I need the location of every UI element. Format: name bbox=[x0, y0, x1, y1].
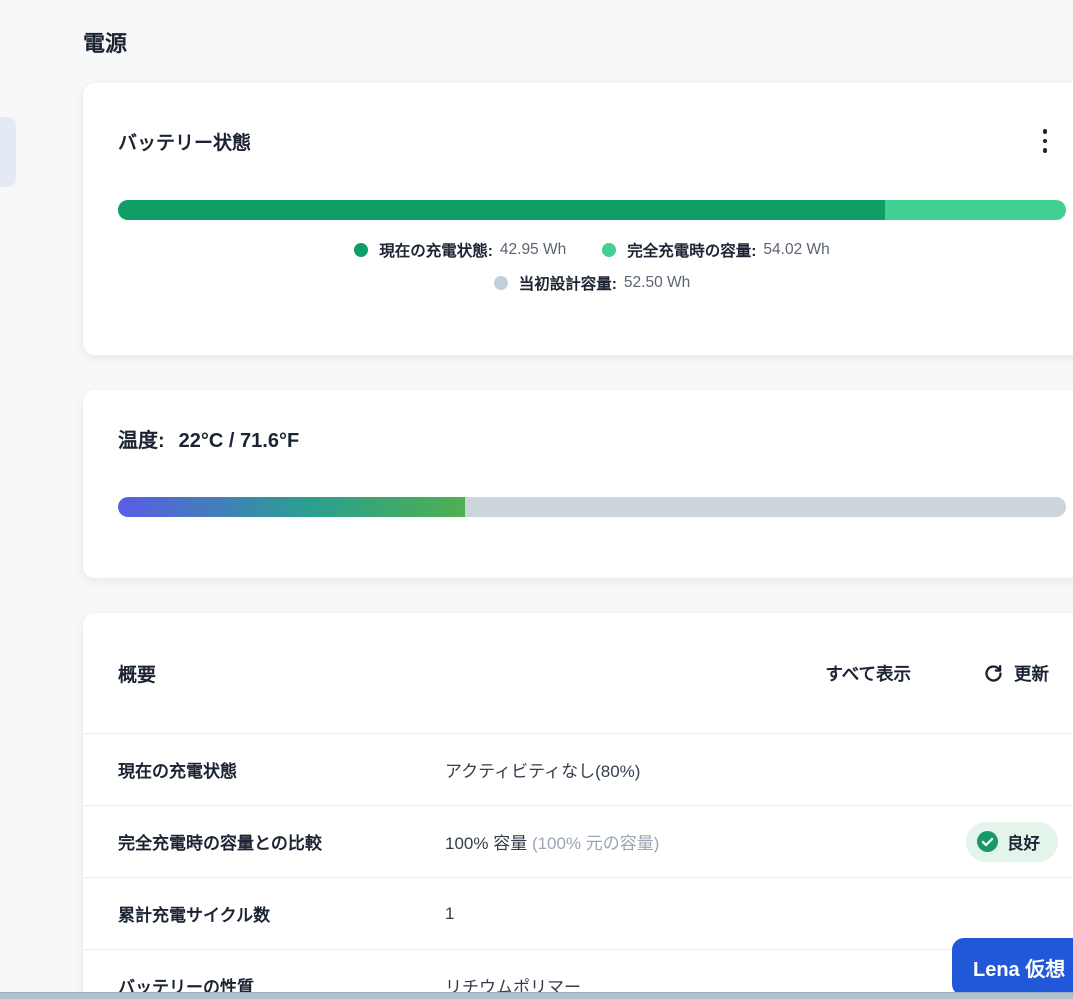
row-label: 現在の充電状態 bbox=[118, 757, 445, 782]
full-capacity-dot-icon bbox=[602, 243, 616, 257]
kebab-menu-icon[interactable] bbox=[1034, 125, 1056, 157]
vm-toast-label: Lena 仮想 bbox=[973, 953, 1065, 982]
left-edge-indicator[interactable] bbox=[0, 117, 16, 187]
legend-item-full-capacity: 完全充電時の容量: 54.02 Wh bbox=[602, 239, 830, 261]
show-all-label: すべて表示 bbox=[825, 661, 911, 686]
legend-label: 完全充電時の容量: bbox=[627, 239, 756, 261]
table-row: 完全充電時の容量との比較 100% 容量 (100% 元の容量) 良好 bbox=[83, 806, 1073, 878]
row-value: アクティビティなし(80%) bbox=[445, 757, 640, 782]
battery-capacity-bar bbox=[118, 200, 1066, 220]
horizontal-scrollbar[interactable] bbox=[0, 992, 1073, 999]
battery-card-title: バッテリー状態 bbox=[118, 128, 251, 155]
battery-status-card: バッテリー状態 現在の充電状態: 42.95 Wh 完全充電時の容量: 54.0… bbox=[83, 83, 1073, 355]
battery-bar-current-charge bbox=[118, 200, 885, 220]
temperature-readout: 温度: 22°C / 71.6°F bbox=[118, 424, 299, 453]
temperature-bar-fill bbox=[118, 497, 465, 517]
row-label: 累計充電サイクル数 bbox=[118, 901, 445, 926]
show-all-button[interactable]: すべて表示 bbox=[825, 661, 911, 686]
legend-value: 52.50 Wh bbox=[624, 274, 690, 292]
page-title: 電源 bbox=[83, 26, 127, 58]
overview-title: 概要 bbox=[118, 660, 156, 687]
refresh-icon bbox=[983, 663, 1004, 684]
legend-value: 54.02 Wh bbox=[763, 241, 829, 259]
row-value: 1 bbox=[445, 904, 454, 924]
overview-card: 概要 すべて表示 更新 現在の充電状態 bbox=[83, 613, 1073, 999]
temperature-value: 22°C / 71.6°F bbox=[179, 430, 300, 452]
temperature-card: 温度: 22°C / 71.6°F bbox=[83, 390, 1073, 578]
legend-label: 現在の充電状態: bbox=[379, 239, 493, 261]
check-circle-icon bbox=[977, 831, 998, 852]
legend-item-current-charge: 現在の充電状態: 42.95 Wh bbox=[354, 239, 566, 261]
battery-legend: 現在の充電状態: 42.95 Wh 完全充電時の容量: 54.02 Wh 当初設… bbox=[118, 239, 1066, 294]
refresh-button[interactable]: 更新 bbox=[983, 661, 1049, 686]
row-label: 完全充電時の容量との比較 bbox=[118, 829, 445, 854]
refresh-label: 更新 bbox=[1014, 661, 1049, 686]
design-capacity-dot-icon bbox=[494, 276, 508, 290]
legend-label: 当初設計容量: bbox=[519, 272, 617, 294]
power-settings-page: 電源 バッテリー状態 現在の充電状態: 42.95 Wh 完全充電時の容量: 5… bbox=[0, 0, 1073, 999]
table-row: 現在の充電状態 アクティビティなし(80%) bbox=[83, 734, 1073, 806]
temperature-bar bbox=[118, 497, 1066, 517]
legend-item-design-capacity: 当初設計容量: 52.50 Wh bbox=[494, 272, 691, 294]
overview-header: 概要 すべて表示 更新 bbox=[83, 613, 1073, 733]
status-badge-label: 良好 bbox=[1007, 830, 1040, 854]
overview-table: 現在の充電状態 アクティビティなし(80%) 完全充電時の容量との比較 100%… bbox=[83, 733, 1073, 999]
row-value-secondary: (100% 元の容量) bbox=[532, 834, 660, 853]
status-badge: 良好 bbox=[966, 822, 1058, 862]
overview-actions: すべて表示 更新 bbox=[825, 661, 1049, 686]
legend-value: 42.95 Wh bbox=[500, 241, 566, 259]
row-value: 100% 容量 (100% 元の容量) bbox=[445, 829, 659, 854]
vm-toast-button[interactable]: Lena 仮想 bbox=[952, 938, 1073, 996]
table-row: 累計充電サイクル数 1 bbox=[83, 878, 1073, 950]
temperature-label: 温度: bbox=[118, 430, 165, 452]
row-value-primary: 100% 容量 bbox=[445, 834, 527, 853]
current-charge-dot-icon bbox=[354, 243, 368, 257]
